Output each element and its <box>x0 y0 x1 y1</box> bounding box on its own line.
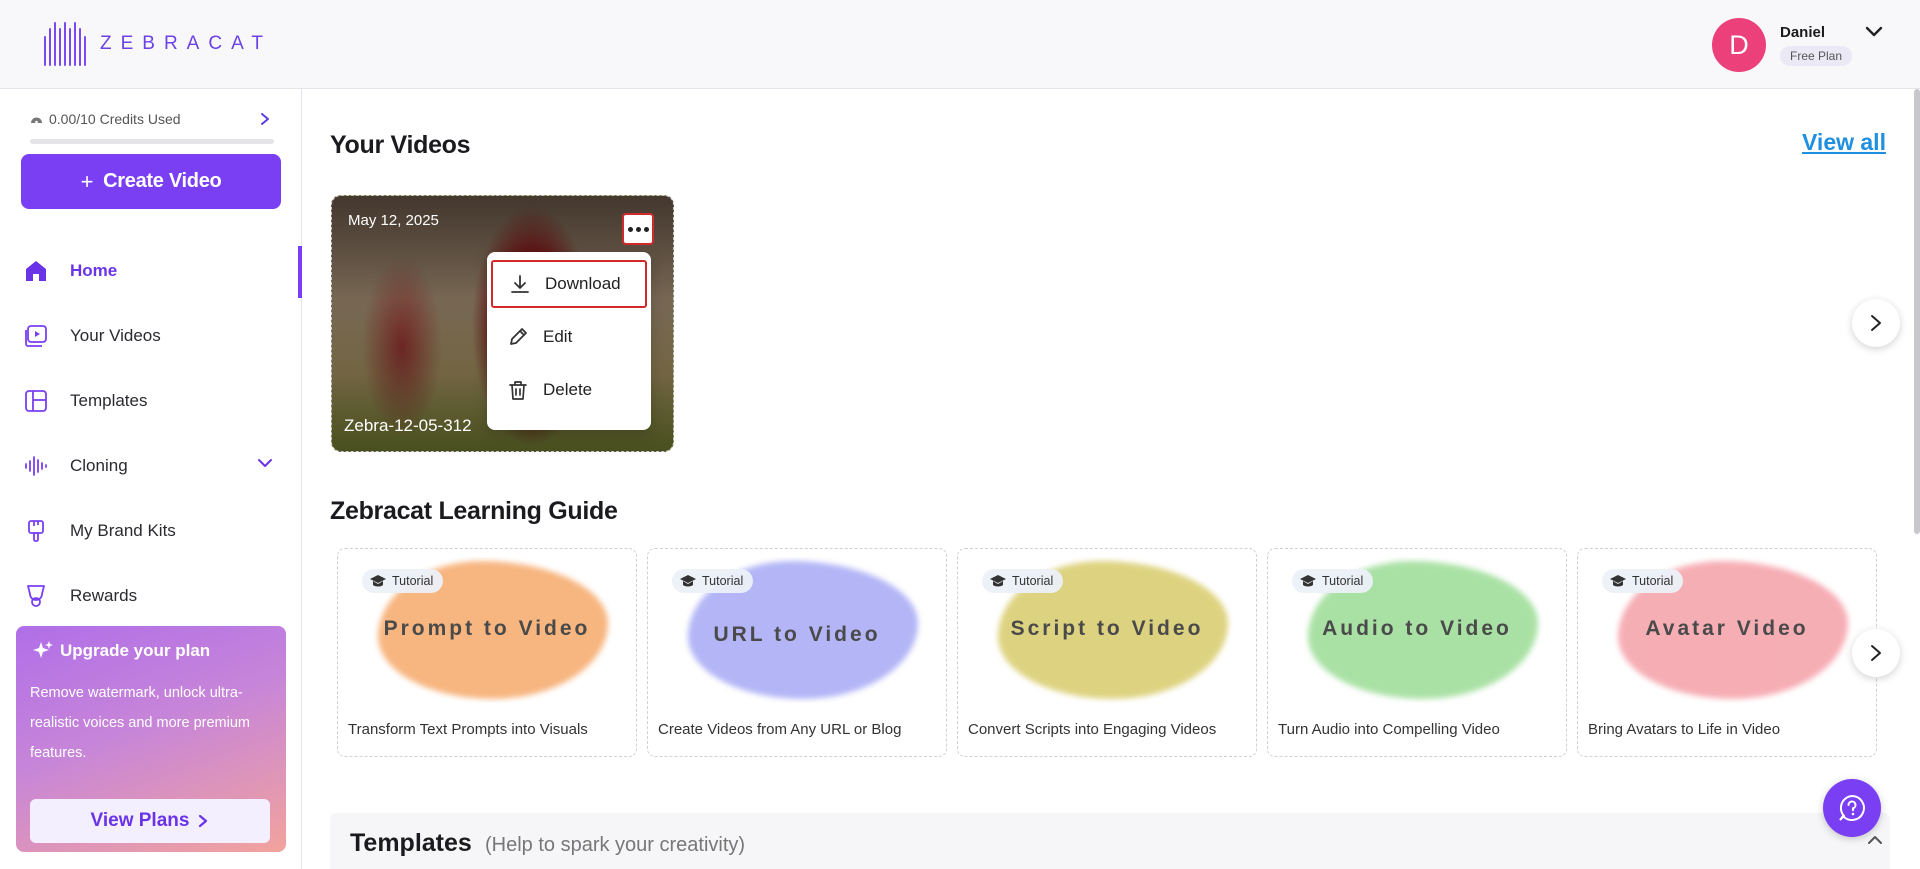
tutorial-tag: Tutorial <box>1602 569 1684 593</box>
graduation-cap-icon <box>680 575 696 587</box>
guide-card-avatar[interactable]: Avatar Video Tutorial Bring Avatars to L… <box>1577 548 1877 757</box>
credits-text: 0.00/10 Credits Used <box>49 111 181 127</box>
help-chat-button[interactable] <box>1823 779 1881 837</box>
plus-icon: + <box>80 168 94 194</box>
gauge-icon <box>31 117 42 124</box>
video-library-icon <box>22 322 50 350</box>
your-videos-title: Your Videos <box>330 131 471 159</box>
sidebar-item-home[interactable]: Home <box>0 246 302 298</box>
templates-section-header[interactable]: Templates (Help to spark your creativity… <box>330 813 1890 869</box>
logo-text: ZEBRACAT <box>100 33 272 54</box>
guide-thumb-title: Audio to Video <box>1322 617 1512 640</box>
delete-menu-item[interactable]: Delete <box>491 366 647 414</box>
sidebar-item-rewards[interactable]: Rewards <box>0 571 302 621</box>
menu-item-label: Download <box>545 274 621 293</box>
home-icon <box>22 257 50 285</box>
credits-usage[interactable]: 0.00/10 Credits Used <box>30 111 181 127</box>
video-date: May 12, 2025 <box>348 212 439 229</box>
guide-card-url[interactable]: URL to Video Tutorial Create Videos from… <box>647 548 947 757</box>
templates-icon <box>22 387 50 415</box>
trophy-icon <box>22 582 50 610</box>
page-scrollbar[interactable] <box>1914 89 1920 534</box>
pencil-icon <box>510 328 527 345</box>
credits-progress-bar <box>30 139 274 144</box>
templates-title: Templates <box>350 829 472 857</box>
download-icon <box>511 275 529 293</box>
sidebar-item-label: Home <box>70 261 118 280</box>
guide-thumb-title: Script to Video <box>1010 617 1204 640</box>
menu-item-label: Edit <box>543 327 573 346</box>
menu-item-label: Delete <box>543 380 593 399</box>
sidebar-item-brand-kits[interactable]: My Brand Kits <box>0 506 302 556</box>
guide-description: Create Videos from Any URL or Blog <box>658 721 902 738</box>
sidebar-item-label: Rewards <box>70 586 138 605</box>
sidebar-item-label: Templates <box>70 391 148 410</box>
create-video-button[interactable]: + Create Video <box>21 154 281 209</box>
graduation-cap-icon <box>990 575 1006 587</box>
help-icon <box>1839 794 1865 821</box>
graduation-cap-icon <box>1300 575 1316 587</box>
guide-description: Bring Avatars to Life in Video <box>1588 721 1781 738</box>
top-header: ZEBRACAT D Daniel Free Plan <box>0 0 1920 89</box>
tutorial-tag: Tutorial <box>982 569 1064 593</box>
guide-card-audio[interactable]: Audio to Video Tutorial Turn Audio into … <box>1267 548 1567 757</box>
upgrade-title-text: Upgrade your plan <box>60 641 211 660</box>
sidebar-item-label: Cloning <box>70 456 128 475</box>
trash-icon <box>509 381 527 400</box>
guide-thumb-title: URL to Video <box>713 623 881 646</box>
create-video-label: Create Video <box>103 170 222 192</box>
guide-thumb-title: Avatar Video <box>1645 617 1809 640</box>
view-plans-button[interactable]: View Plans <box>30 799 270 843</box>
main-content: Your Videos View all May 12, 2025 Zebra-… <box>302 89 1920 869</box>
tutorial-tag: Tutorial <box>362 569 444 593</box>
plan-badge: Free Plan <box>1780 46 1853 66</box>
sidebar: 0.00/10 Credits Used + Create Video Home… <box>0 89 302 869</box>
more-options-button[interactable] <box>622 213 654 245</box>
view-plans-label: View Plans <box>90 810 190 831</box>
avatar[interactable]: D <box>1712 18 1766 72</box>
guides-next-button[interactable] <box>1852 629 1900 677</box>
user-menu[interactable]: D Daniel Free Plan <box>1712 18 1853 72</box>
learning-guide-title: Zebracat Learning Guide <box>330 497 618 525</box>
waveform-icon <box>22 452 50 480</box>
guide-card-prompt[interactable]: Prompt to Video Tutorial Transform Text … <box>337 548 637 757</box>
tutorial-tag: Tutorial <box>1292 569 1374 593</box>
video-options-menu: Download Edit Delete <box>487 252 651 430</box>
templates-subtitle: (Help to spark your creativity) <box>485 834 746 856</box>
chevron-down-icon[interactable] <box>1862 22 1886 42</box>
download-menu-item[interactable]: Download <box>491 260 647 308</box>
video-name: Zebra-12-05-312 <box>344 416 472 435</box>
sidebar-item-label: My Brand Kits <box>70 521 176 540</box>
chevron-right-icon <box>1871 315 1881 331</box>
logo-mark-icon <box>44 22 86 66</box>
upgrade-title: Upgrade your plan <box>32 640 210 662</box>
graduation-cap-icon <box>370 575 386 587</box>
chevron-up-icon[interactable] <box>1866 833 1884 847</box>
sidebar-item-your-videos[interactable]: Your Videos <box>0 311 302 361</box>
chevron-down-icon[interactable] <box>256 456 274 470</box>
guide-thumb-title: Prompt to Video <box>383 617 591 640</box>
guide-card-script[interactable]: Script to Video Tutorial Convert Scripts… <box>957 548 1257 757</box>
brush-icon <box>22 517 50 545</box>
edit-menu-item[interactable]: Edit <box>491 313 647 361</box>
sparkle-icon <box>33 641 53 658</box>
tutorial-tag: Tutorial <box>672 569 754 593</box>
guide-description: Convert Scripts into Engaging Videos <box>968 721 1217 738</box>
chevron-right-icon[interactable] <box>258 111 272 127</box>
view-all-link[interactable]: View all <box>1802 129 1886 156</box>
sidebar-item-label: Your Videos <box>70 326 161 345</box>
graduation-cap-icon <box>1610 575 1626 587</box>
sidebar-item-cloning[interactable]: Cloning <box>0 441 302 491</box>
upgrade-description: Remove watermark, unlock ultra-realistic… <box>30 685 250 761</box>
user-name: Daniel <box>1780 24 1826 41</box>
upgrade-plan-card: Upgrade your plan Remove watermark, unlo… <box>16 626 286 852</box>
chevron-right-icon <box>1871 645 1881 661</box>
guide-description: Turn Audio into Compelling Video <box>1278 721 1500 738</box>
guide-description: Transform Text Prompts into Visuals <box>348 721 588 738</box>
sidebar-item-templates[interactable]: Templates <box>0 376 302 426</box>
zebracat-logo[interactable]: ZEBRACAT <box>44 22 272 66</box>
videos-next-button[interactable] <box>1852 299 1900 347</box>
chevron-right-icon <box>199 814 208 828</box>
